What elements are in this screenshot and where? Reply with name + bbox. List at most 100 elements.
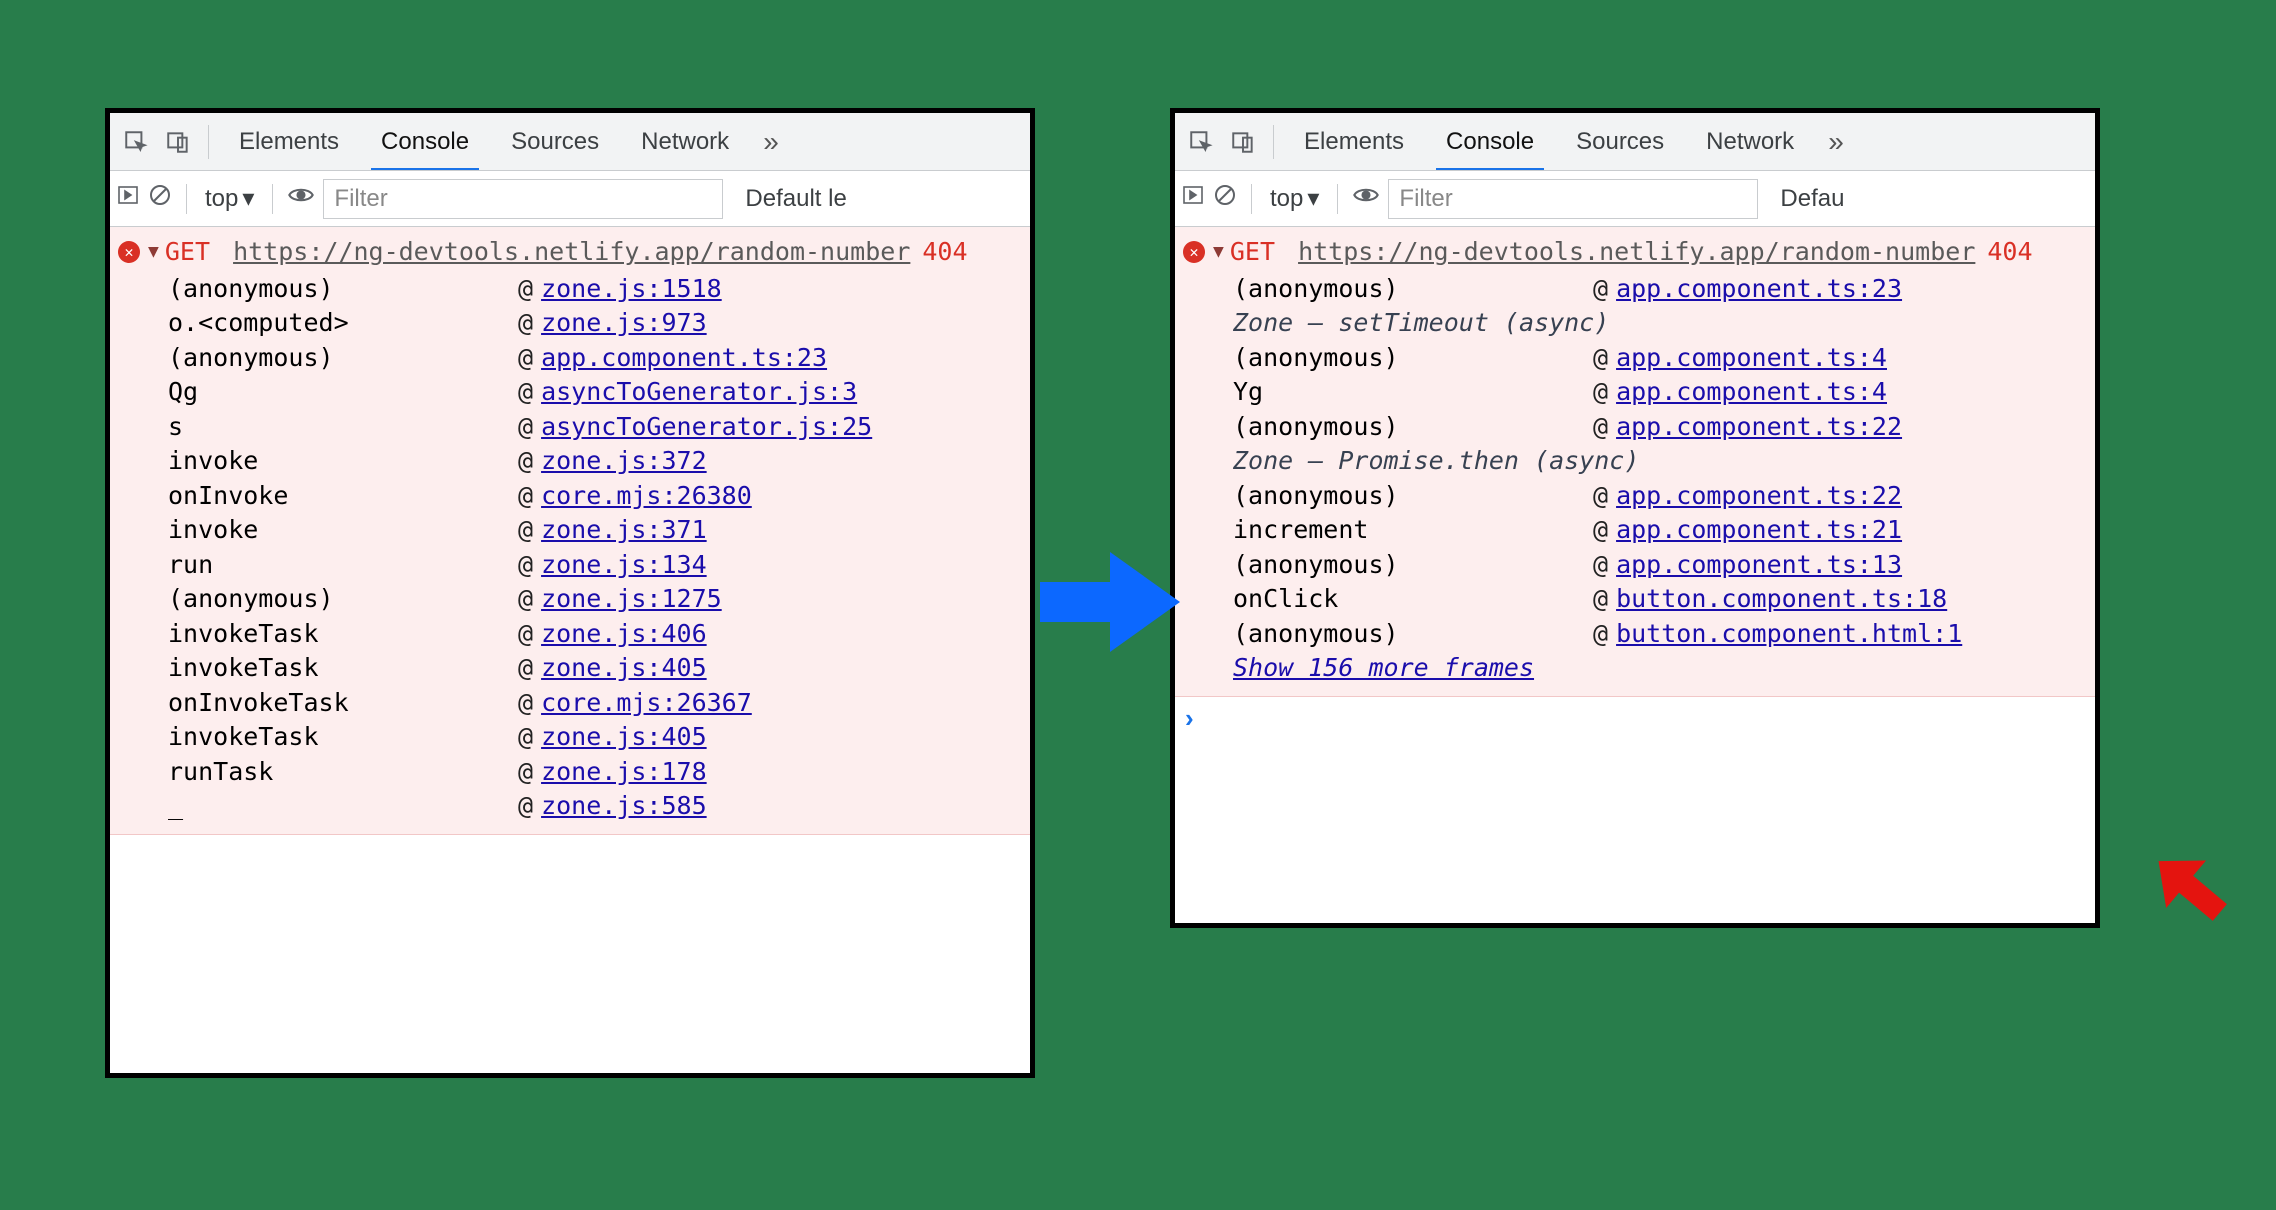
tabbar: Elements Console Sources Network »: [1175, 113, 2095, 171]
frame-function: invoke: [168, 444, 518, 479]
frame-function: onClick: [1233, 582, 1593, 617]
tab-elements[interactable]: Elements: [1286, 113, 1422, 171]
tab-elements[interactable]: Elements: [221, 113, 357, 171]
frame-function: invoke: [168, 513, 518, 548]
stack-frame: (anonymous)@app.component.ts:23: [1183, 272, 2087, 307]
filter-placeholder: Filter: [1399, 185, 1452, 213]
filter-placeholder: Filter: [334, 185, 387, 213]
frame-source-link[interactable]: app.component.ts:23: [541, 341, 827, 376]
tab-sources[interactable]: Sources: [493, 113, 617, 171]
frame-source-link[interactable]: asyncToGenerator.js:3: [541, 375, 857, 410]
frame-source-link[interactable]: zone.js:405: [541, 651, 707, 686]
frame-source-link[interactable]: core.mjs:26380: [541, 479, 752, 514]
at-symbol: @: [518, 686, 533, 721]
disclosure-triangle-icon[interactable]: ▼: [148, 240, 159, 265]
frame-function: s: [168, 410, 518, 445]
http-method: GET: [1230, 235, 1275, 270]
sidebar-toggle-icon[interactable]: [1181, 183, 1205, 214]
frame-source-link[interactable]: app.component.ts:23: [1616, 272, 1902, 307]
error-request-line[interactable]: ✕ ▼ GET https://ng-devtools.netlify.app/…: [1183, 233, 2087, 272]
zone-header: Zone — Promise.then (async): [1183, 444, 2087, 479]
context-selector[interactable]: top ▾: [1266, 184, 1323, 213]
stack-frame: o.<computed>@zone.js:973: [118, 306, 1022, 341]
live-expression-icon[interactable]: [287, 181, 315, 216]
at-symbol: @: [1593, 410, 1608, 445]
frame-function: (anonymous): [1233, 479, 1593, 514]
console-error-block: ✕ ▼ GET https://ng-devtools.netlify.app/…: [110, 227, 1030, 835]
zone-header: Zone — setTimeout (async): [1183, 306, 2087, 341]
sidebar-toggle-icon[interactable]: [116, 183, 140, 214]
inspect-icon[interactable]: [1183, 124, 1219, 160]
frame-function: invokeTask: [168, 720, 518, 755]
device-toggle-icon[interactable]: [160, 124, 196, 160]
log-levels[interactable]: Defau: [1780, 185, 1844, 213]
http-status: 404: [922, 235, 967, 270]
context-selector[interactable]: top ▾: [201, 184, 258, 213]
at-symbol: @: [1593, 513, 1608, 548]
frame-function: Yg: [1233, 375, 1593, 410]
console-prompt[interactable]: ›: [1175, 697, 2095, 741]
error-request-line[interactable]: ✕ ▼ GET https://ng-devtools.netlify.app/…: [118, 233, 1022, 272]
filter-input[interactable]: Filter: [1388, 179, 1758, 219]
tab-sources[interactable]: Sources: [1558, 113, 1682, 171]
more-tabs-icon[interactable]: »: [1818, 126, 1854, 158]
frame-function: (anonymous): [168, 272, 518, 307]
frame-source-link[interactable]: asyncToGenerator.js:25: [541, 410, 872, 445]
at-symbol: @: [518, 651, 533, 686]
filter-input[interactable]: Filter: [323, 179, 723, 219]
frame-function: invokeTask: [168, 617, 518, 652]
stack-frame: onInvoke@core.mjs:26380: [118, 479, 1022, 514]
more-tabs-icon[interactable]: »: [753, 126, 789, 158]
frame-source-link[interactable]: zone.js:585: [541, 789, 707, 824]
frame-source-link[interactable]: app.component.ts:4: [1616, 375, 1887, 410]
frame-function: (anonymous): [1233, 272, 1593, 307]
disclosure-triangle-icon[interactable]: ▼: [1213, 240, 1224, 265]
stack-frame: (anonymous)@app.component.ts:23: [118, 341, 1022, 376]
at-symbol: @: [1593, 272, 1608, 307]
live-expression-icon[interactable]: [1352, 181, 1380, 216]
frame-source-link[interactable]: zone.js:405: [541, 720, 707, 755]
chevron-right-icon: ›: [1185, 703, 1194, 734]
at-symbol: @: [518, 513, 533, 548]
frame-source-link[interactable]: zone.js:1518: [541, 272, 722, 307]
clear-console-icon[interactable]: [1213, 183, 1237, 214]
frame-source-link[interactable]: button.component.ts:18: [1616, 582, 1947, 617]
tab-console[interactable]: Console: [1428, 113, 1552, 171]
divider: [1273, 125, 1274, 159]
frame-source-link[interactable]: button.component.html:1: [1616, 617, 1962, 652]
frame-function: onInvoke: [168, 479, 518, 514]
frame-source-link[interactable]: app.component.ts:13: [1616, 548, 1902, 583]
stack-frame: onInvokeTask@core.mjs:26367: [118, 686, 1022, 721]
at-symbol: @: [518, 410, 533, 445]
frame-source-link[interactable]: zone.js:406: [541, 617, 707, 652]
frame-source-link[interactable]: app.component.ts:22: [1616, 410, 1902, 445]
frame-source-link[interactable]: app.component.ts:21: [1616, 513, 1902, 548]
frame-source-link[interactable]: zone.js:371: [541, 513, 707, 548]
frame-source-link[interactable]: core.mjs:26367: [541, 686, 752, 721]
divider: [186, 184, 187, 214]
stack-frame: (anonymous)@zone.js:1275: [118, 582, 1022, 617]
at-symbol: @: [1593, 341, 1608, 376]
tab-network[interactable]: Network: [1688, 113, 1812, 171]
at-symbol: @: [518, 479, 533, 514]
inspect-icon[interactable]: [118, 124, 154, 160]
device-toggle-icon[interactable]: [1225, 124, 1261, 160]
at-symbol: @: [518, 548, 533, 583]
frame-source-link[interactable]: app.component.ts:22: [1616, 479, 1902, 514]
clear-console-icon[interactable]: [148, 183, 172, 214]
frame-source-link[interactable]: zone.js:134: [541, 548, 707, 583]
tab-console[interactable]: Console: [363, 113, 487, 171]
at-symbol: @: [1593, 479, 1608, 514]
error-url[interactable]: https://ng-devtools.netlify.app/random-n…: [233, 235, 910, 270]
tab-network[interactable]: Network: [623, 113, 747, 171]
log-levels[interactable]: Default le: [745, 185, 846, 213]
stack-frame: (anonymous)@app.component.ts:4: [1183, 341, 2087, 376]
frame-source-link[interactable]: zone.js:1275: [541, 582, 722, 617]
divider: [208, 125, 209, 159]
frame-source-link[interactable]: zone.js:372: [541, 444, 707, 479]
error-url[interactable]: https://ng-devtools.netlify.app/random-n…: [1298, 235, 1975, 270]
frame-source-link[interactable]: app.component.ts:4: [1616, 341, 1887, 376]
frame-source-link[interactable]: zone.js:973: [541, 306, 707, 341]
frame-source-link[interactable]: zone.js:178: [541, 755, 707, 790]
show-more-frames[interactable]: Show 156 more frames: [1183, 651, 2087, 686]
